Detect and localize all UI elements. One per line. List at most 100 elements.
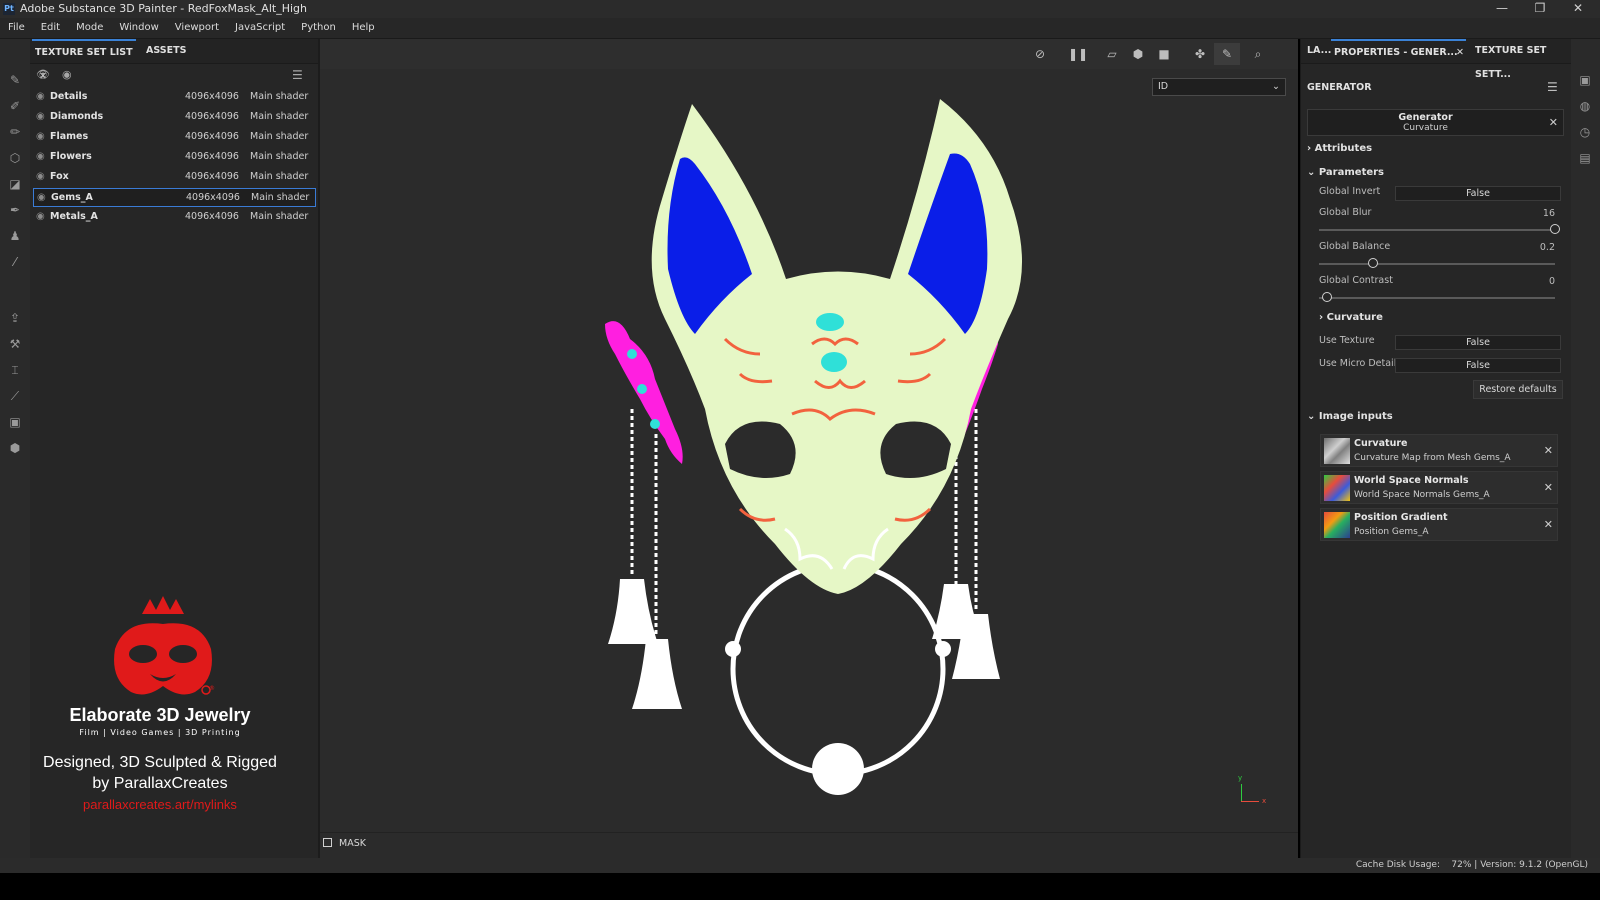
global-blur-knob[interactable] — [1550, 224, 1560, 234]
minimize-button[interactable]: — — [1482, 1, 1522, 15]
menu-mode[interactable]: Mode — [68, 18, 111, 38]
texture-set-shader[interactable]: Main shader — [250, 111, 308, 122]
color-picker-icon[interactable]: ⁄ — [8, 255, 22, 269]
mask-checkbox[interactable] — [323, 838, 332, 847]
visibility-eye-icon[interactable]: ◉ — [36, 211, 45, 222]
close-window-button[interactable]: ✕ — [1558, 1, 1598, 15]
tab-properties[interactable]: PROPERTIES - GENER... ✕ — [1331, 39, 1466, 63]
visibility-eye-icon[interactable]: ◉ — [36, 151, 45, 162]
panel-menu-icon[interactable]: ☰ — [292, 68, 303, 82]
history-icon[interactable]: ◷ — [1578, 125, 1592, 139]
image-input-card[interactable]: Curvature Curvature Map from Mesh Gems_A… — [1320, 434, 1558, 467]
menu-python[interactable]: Python — [293, 18, 344, 38]
visibility-filter-icon[interactable]: 👁 — [36, 68, 50, 81]
camera-icon[interactable]: ■ — [1156, 47, 1172, 61]
geometry-fill-icon[interactable]: ⬡ — [8, 151, 22, 165]
projection-icon[interactable]: ✏ — [8, 125, 22, 139]
texture-set-resolution: 4096x4096 — [185, 91, 239, 102]
parameters-section[interactable]: ⌄ Parameters — [1307, 167, 1384, 178]
tab-layers[interactable]: LA... — [1307, 39, 1331, 63]
texture-set-shader[interactable]: Main shader — [250, 131, 308, 142]
use-micro-details-toggle[interactable]: False — [1395, 358, 1561, 373]
view-3d-icon[interactable]: ⬢ — [1130, 47, 1146, 61]
export-icon[interactable]: ⇪ — [8, 311, 22, 325]
menu-help[interactable]: Help — [344, 18, 383, 38]
tab-texture-set-list[interactable]: TEXTURE SET LIST ✕ — [32, 39, 136, 82]
texture-set-row[interactable]: ◉ Details 4096x4096 Main shader — [33, 88, 316, 107]
image-input-card[interactable]: World Space Normals World Space Normals … — [1320, 471, 1558, 504]
global-balance-value: 0.2 — [1539, 242, 1555, 253]
visibility-eye-icon[interactable]: ◉ — [36, 111, 45, 122]
menu-window[interactable]: Window — [111, 18, 166, 38]
display-settings-icon[interactable]: ⬢ — [8, 441, 22, 455]
texture-set-shader[interactable]: Main shader — [250, 91, 308, 102]
texture-set-row[interactable]: ◉ Fox 4096x4096 Main shader — [33, 168, 316, 187]
paint-brush-icon[interactable]: ✎ — [8, 73, 22, 87]
bake-icon[interactable]: ⚒ — [8, 337, 22, 351]
curvature-section[interactable]: › Curvature — [1319, 312, 1383, 323]
visibility-eye-icon[interactable]: ◉ — [36, 91, 45, 102]
promo-link[interactable]: parallaxcreates.art/mylinks — [30, 797, 290, 812]
global-balance-knob[interactable] — [1368, 258, 1378, 268]
menu-javascript[interactable]: JavaScript — [227, 18, 293, 38]
visibility-eye-icon[interactable]: ◉ — [36, 131, 45, 142]
texture-set-resolution: 4096x4096 — [185, 131, 239, 142]
status-bar: Cache Disk Usage: 72% | Version: 9.1.2 (… — [0, 858, 1600, 873]
symmetry-icon[interactable]: ✤ — [1192, 47, 1208, 61]
attributes-section[interactable]: › Attributes — [1307, 143, 1372, 154]
texture-set-shader[interactable]: Main shader — [250, 211, 308, 222]
log-icon[interactable]: ▤ — [1578, 151, 1592, 165]
tab-assets[interactable]: ASSETS — [146, 39, 186, 63]
left-tab-row: TEXTURE SET LIST ✕ ASSETS — [30, 39, 318, 82]
close-tab-icon[interactable]: ✕ — [1456, 41, 1464, 65]
texture-set-shader[interactable]: Main shader — [251, 192, 309, 203]
close-icon[interactable]: ✕ — [1549, 116, 1558, 129]
pause-icon[interactable]: ❚❚ — [1068, 47, 1088, 61]
global-blur-track[interactable] — [1319, 229, 1555, 231]
screenshot-icon[interactable]: ⌕ — [1250, 47, 1266, 61]
texture-set-row[interactable]: ◉ Diamonds 4096x4096 Main shader — [33, 108, 316, 127]
generator-card[interactable]: Generator Curvature ✕ — [1307, 109, 1564, 136]
restore-button[interactable]: ❐ — [1520, 1, 1560, 15]
menu-viewport[interactable]: Viewport — [167, 18, 227, 38]
global-invert-toggle[interactable]: False — [1395, 186, 1561, 201]
use-texture-toggle[interactable]: False — [1395, 335, 1561, 350]
clone-icon[interactable]: ✒ — [8, 203, 22, 217]
texture-set-shader[interactable]: Main shader — [250, 151, 308, 162]
properties-panel: LA... PROPERTIES - GENER... ✕ TEXTURE SET… — [1300, 39, 1571, 858]
global-balance-track[interactable] — [1319, 263, 1555, 265]
texture-set-row-selected[interactable]: ◉ Gems_A 4096x4096 Main shader — [33, 188, 316, 207]
texture-set-row[interactable]: ◉ Metals_A 4096x4096 Main shader — [33, 208, 316, 227]
image-inputs-section[interactable]: ⌄ Image inputs — [1307, 411, 1393, 422]
smudge-icon[interactable]: ◪ — [8, 177, 22, 191]
texture-set-shader[interactable]: Main shader — [250, 171, 308, 182]
hide-icon[interactable]: ⊘ — [1032, 47, 1048, 61]
viewport[interactable]: ⊘ ❚❚ ▱ ⬢ ■ ✤ ✎ ⌕ ID ⌄ y x MASK — [320, 39, 1298, 858]
remove-input-icon[interactable]: ✕ — [1544, 518, 1553, 531]
global-contrast-track[interactable] — [1319, 297, 1555, 299]
menu-file[interactable]: File — [0, 18, 33, 38]
ruler-icon[interactable]: ⟋ — [8, 389, 22, 403]
visibility-eye-icon[interactable]: ◉ — [36, 171, 45, 182]
display-icon[interactable]: ▣ — [1578, 73, 1592, 87]
visibility-eye-icon[interactable]: ◉ — [37, 192, 46, 203]
shader-icon[interactable]: ◍ — [1578, 99, 1592, 113]
image-input-card[interactable]: Position Gradient Position Gems_A ✕ — [1320, 508, 1558, 541]
eraser-icon[interactable]: ✐ — [8, 99, 22, 113]
bake-mesh-icon[interactable]: ▣ — [8, 415, 22, 429]
remove-input-icon[interactable]: ✕ — [1544, 481, 1553, 494]
remove-input-icon[interactable]: ✕ — [1544, 444, 1553, 457]
paint-mode-icon[interactable]: ✎ — [1214, 43, 1240, 65]
texture-set-row[interactable]: ◉ Flames 4096x4096 Main shader — [33, 128, 316, 147]
view-2d-icon[interactable]: ▱ — [1104, 47, 1120, 61]
measure-icon[interactable]: ⌶ — [8, 363, 22, 377]
promo-overlay: ® Elaborate 3D Jewelry Film | Video Game… — [30, 594, 318, 854]
tab-texture-set-settings[interactable]: TEXTURE SET SETT... — [1475, 39, 1571, 80]
panel-menu-icon[interactable]: ☰ — [1547, 80, 1558, 94]
texture-set-row[interactable]: ◉ Flowers 4096x4096 Main shader — [33, 148, 316, 167]
restore-defaults-button[interactable]: Restore defaults — [1473, 380, 1563, 399]
global-contrast-knob[interactable] — [1322, 292, 1332, 302]
stamp-icon[interactable]: ♟ — [8, 229, 22, 243]
eye-icon[interactable]: ◉ — [62, 68, 72, 81]
menu-edit[interactable]: Edit — [33, 18, 68, 38]
